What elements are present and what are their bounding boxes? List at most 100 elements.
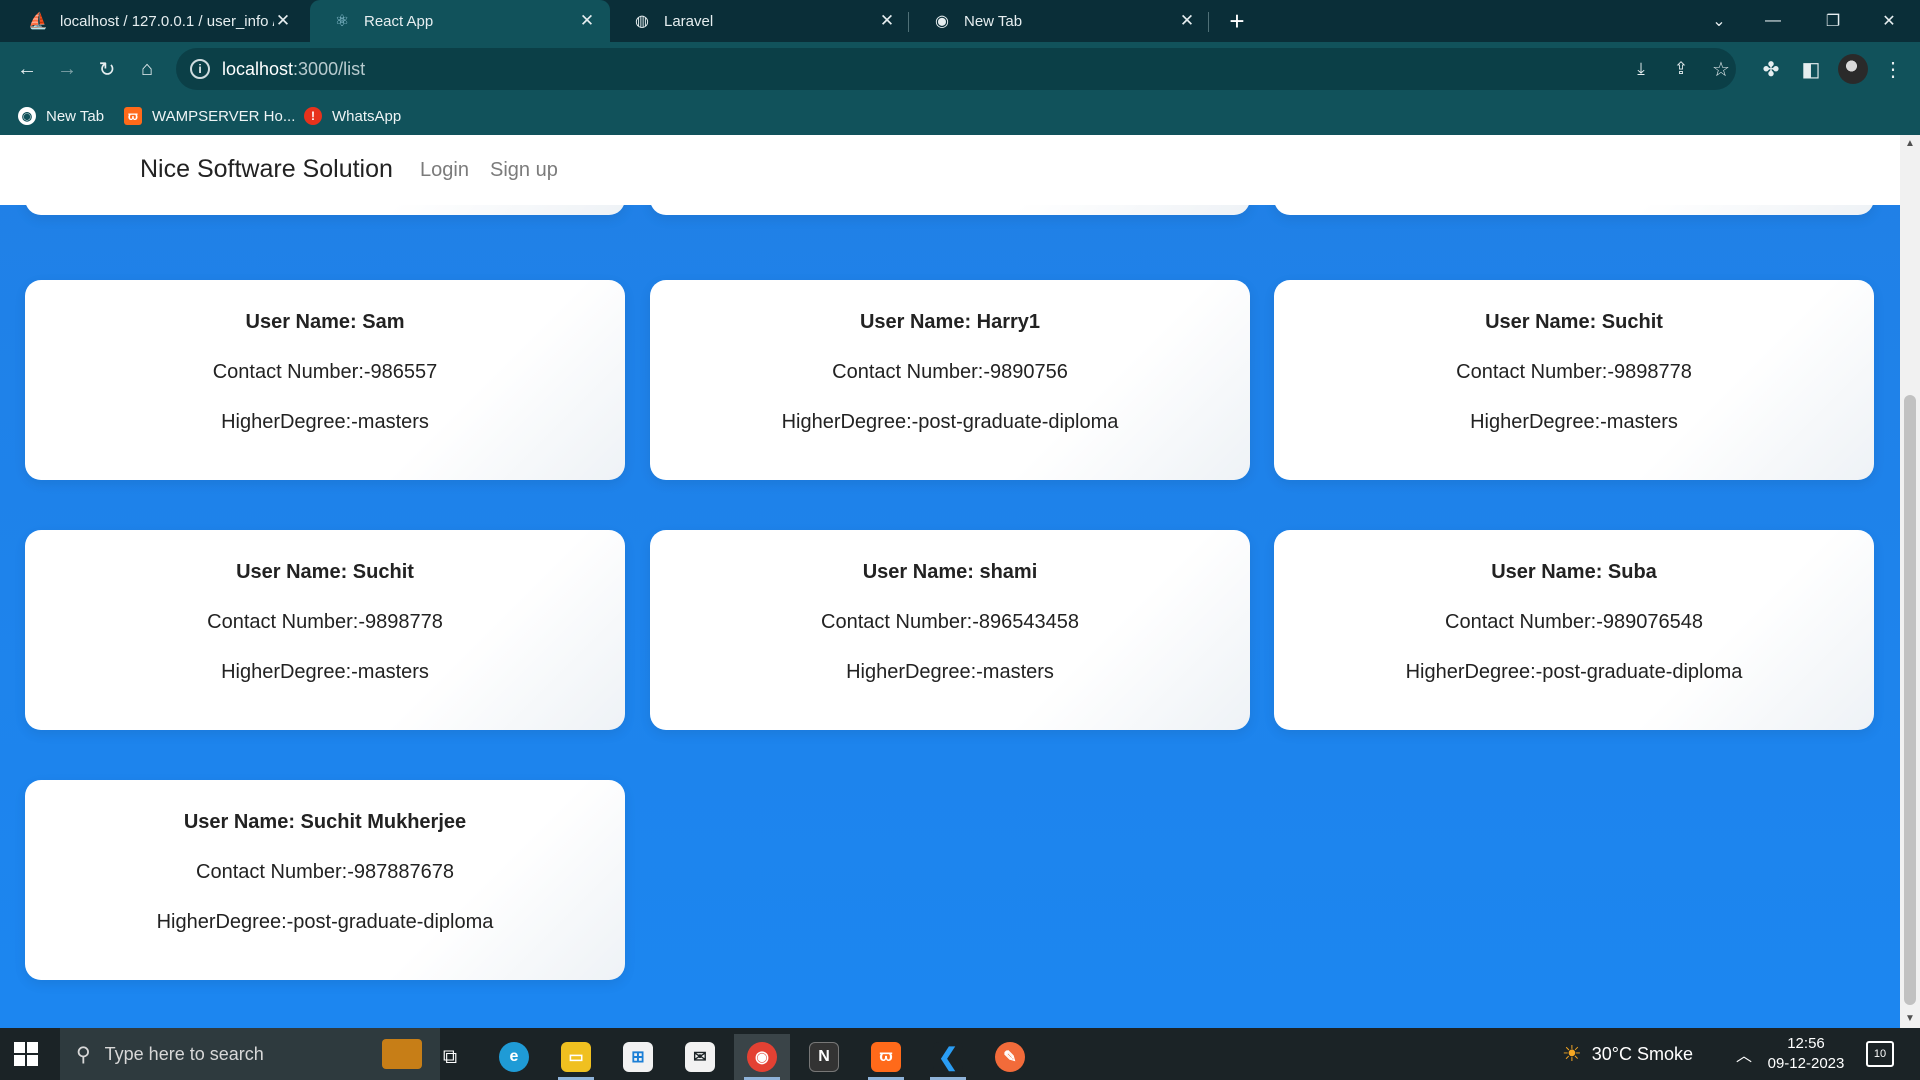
install-app-icon[interactable]: ⤓ [1626, 54, 1656, 84]
bookmark-whatsapp[interactable]: ! WhatsApp [304, 105, 401, 127]
tab-search-chevron-icon[interactable]: ⌄ [1692, 0, 1746, 42]
close-icon[interactable]: ✕ [1178, 11, 1196, 31]
user-card: User Name: Suchit Contact Number:-989877… [1274, 280, 1874, 480]
file-explorer-icon[interactable]: ▭ [548, 1034, 604, 1080]
weather-widget[interactable]: ☀ 30°C Smoke [1562, 1028, 1693, 1080]
tab-laravel[interactable]: ◍ Laravel ✕ [610, 0, 910, 42]
chrome-taskbar-icon[interactable]: ◉ [734, 1034, 790, 1080]
bookmarks-bar: ◉ New Tab ϖ WAMPSERVER Ho... ! WhatsApp [0, 97, 1920, 135]
user-name: User Name: Suba [1491, 561, 1657, 583]
microsoft-store-icon[interactable]: ⊞ [610, 1034, 666, 1080]
phpmyadmin-icon: ⛵ [28, 13, 48, 30]
clock-time: 12:56 [1787, 1035, 1825, 1052]
signup-link[interactable]: Sign up [490, 159, 558, 182]
user-contact: Contact Number:-9890756 [832, 361, 1068, 383]
user-contact: Contact Number:-989076548 [1445, 611, 1703, 633]
user-contact: Contact Number:-986557 [212, 361, 438, 383]
tab-separator [1208, 12, 1209, 32]
user-contact: Contact Number:-9898778 [1456, 361, 1692, 383]
extensions-icon[interactable]: ✤ [1756, 54, 1786, 84]
bookmark-star-icon[interactable]: ☆ [1706, 54, 1736, 84]
bookmark-wampserver[interactable]: ϖ WAMPSERVER Ho... [124, 105, 295, 127]
user-name: User Name: Sam [245, 311, 405, 333]
mail-icon[interactable]: ✉ [672, 1034, 728, 1080]
notification-count: 10 [1873, 1048, 1887, 1060]
new-tab-button[interactable]: + [1222, 6, 1252, 36]
more-menu-icon[interactable]: ⋮ [1878, 54, 1908, 84]
search-highlight-icon [382, 1039, 422, 1069]
share-icon[interactable]: ⇪ [1666, 54, 1696, 84]
user-name: User Name: Harry1 [859, 311, 1041, 333]
tab-title: React App [364, 12, 434, 30]
alert-icon: ! [304, 107, 322, 125]
site-info-icon[interactable]: i [190, 59, 210, 79]
user-name: User Name: Suchit Mukherjee [183, 811, 467, 833]
taskbar-clock[interactable]: 12:56 09-12-2023 [1766, 1034, 1846, 1074]
profile-avatar[interactable] [1838, 54, 1868, 84]
vscode-icon[interactable]: ❮ [920, 1034, 976, 1080]
postman-icon[interactable]: ✎ [982, 1034, 1038, 1080]
task-view-icon[interactable]: ⧉ [422, 1034, 478, 1080]
bookmark-label: WAMPSERVER Ho... [152, 107, 296, 125]
notion-icon[interactable]: N [796, 1034, 852, 1080]
login-link[interactable]: Login [420, 159, 469, 182]
user-degree: HigherDegree:-post-graduate-diploma [781, 411, 1119, 433]
forward-arrow-icon[interactable]: → [52, 54, 82, 84]
address-bar[interactable]: i localhost :3000/list [176, 48, 1736, 90]
bookmark-label: WhatsApp [332, 107, 402, 125]
edge-icon[interactable]: e [486, 1034, 542, 1080]
browser-toolbar: ← → ↻ ⌂ i localhost :3000/list ⤓ ⇪ ☆ ✤ ◧… [0, 42, 1920, 97]
restore-button[interactable]: ❐ [1806, 0, 1860, 42]
address-path: :3000/list [293, 58, 366, 79]
close-icon[interactable]: ✕ [878, 11, 896, 31]
user-degree: HigherDegree:-post-graduate-diploma [156, 911, 494, 933]
search-icon: ⚲ [76, 1043, 91, 1066]
window-close-button[interactable]: ✕ [1862, 0, 1916, 42]
chrome-icon: ◉ [18, 107, 36, 125]
search-placeholder: Type here to search [104, 1043, 264, 1064]
windows-taskbar: ⚲ Type here to search ⧉ e ▭ ⊞ ✉ ◉ N ϖ ❮ … [0, 1028, 1920, 1080]
back-arrow-icon[interactable]: ← [12, 54, 42, 84]
minimize-button[interactable]: — [1746, 0, 1800, 42]
user-degree: HigherDegree:-masters [846, 661, 1054, 683]
side-panel-icon[interactable]: ◧ [1796, 54, 1826, 84]
user-card: User Name: Suchit Contact Number:-989877… [25, 530, 625, 730]
scroll-down-arrow-icon[interactable]: ▼ [1900, 1010, 1920, 1028]
wampserver-icon: ϖ [124, 107, 142, 125]
user-contact: Contact Number:-896543458 [821, 611, 1079, 633]
user-degree: HigherDegree:-masters [221, 661, 429, 683]
tab-separator [908, 12, 909, 32]
page-viewport: Nice Software Solution Login Sign up Use… [0, 135, 1920, 1028]
tab-title: New Tab [964, 12, 1023, 30]
tab-title: Laravel [664, 12, 714, 30]
user-name: User Name: Suchit [236, 561, 414, 583]
user-degree: HigherDegree:-masters [1470, 411, 1678, 433]
taskbar-search[interactable]: ⚲ Type here to search [60, 1028, 440, 1080]
home-icon[interactable]: ⌂ [132, 54, 162, 84]
tab-react-app[interactable]: ⚛ React App ✕ [310, 0, 610, 42]
weather-text: 30°C Smoke [1591, 1043, 1693, 1064]
user-degree: HigherDegree:-masters [221, 411, 429, 433]
page-scrollbar[interactable]: ▲ ▼ [1900, 135, 1920, 1028]
tray-chevron-up-icon[interactable]: ︿ [1736, 1042, 1752, 1066]
windows-start-icon[interactable] [12, 1040, 46, 1068]
chrome-icon: ◉ [935, 13, 949, 30]
clock-date: 09-12-2023 [1767, 1055, 1845, 1072]
scroll-up-arrow-icon[interactable]: ▲ [1900, 135, 1920, 153]
user-card: User Name: Suchit Mukherjee Contact Numb… [25, 780, 625, 980]
tab-phpmyadmin[interactable]: ⛵ localhost / 127.0.0.1 / user_info / ✕ [6, 0, 306, 42]
close-icon[interactable]: ✕ [578, 11, 596, 31]
site-navbar: Nice Software Solution Login Sign up [0, 135, 1900, 205]
close-icon[interactable]: ✕ [274, 11, 292, 31]
wampserver-taskbar-icon[interactable]: ϖ [858, 1034, 914, 1080]
reload-icon[interactable]: ↻ [92, 54, 122, 84]
user-name: User Name: shami [862, 561, 1038, 583]
user-degree: HigherDegree:-post-graduate-diploma [1405, 661, 1743, 683]
scroll-thumb[interactable] [1904, 395, 1916, 1005]
brand-logo[interactable]: Nice Software Solution [140, 155, 393, 184]
user-card: User Name: Suba Contact Number:-98907654… [1274, 530, 1874, 730]
user-contact: Contact Number:-9898778 [207, 611, 443, 633]
tab-new-tab[interactable]: ◉ New Tab ✕ [910, 0, 1210, 42]
bookmark-new-tab[interactable]: ◉ New Tab [18, 105, 104, 127]
notification-center-icon[interactable]: 10 [1866, 1041, 1894, 1067]
